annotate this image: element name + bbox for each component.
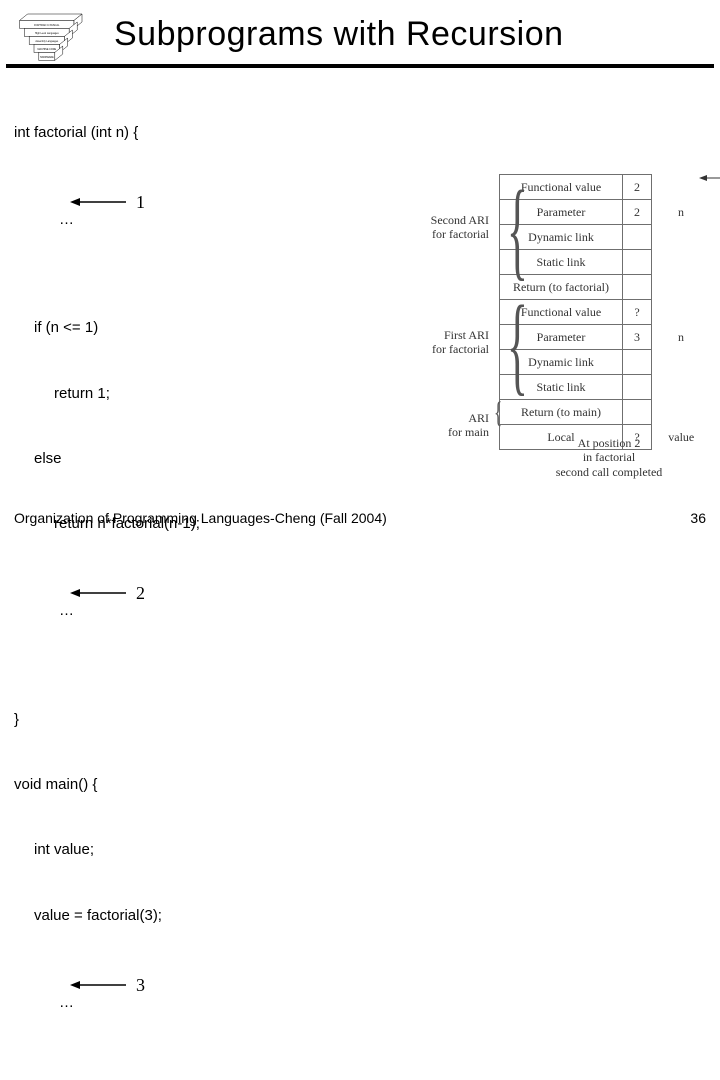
cell-varname: [652, 250, 706, 275]
table-row: Parameter2n: [500, 200, 706, 225]
table-row: Dynamic link: [500, 225, 706, 250]
pyramid-logo: FORTRAN C PASCAL High Level Languages As…: [16, 6, 100, 62]
logo-layer-1: High Level Languages: [35, 32, 60, 35]
cell-value: 3: [623, 325, 652, 350]
stack-table: Functional value2Parameter2nDynamic link…: [499, 174, 706, 450]
cell-varname: [652, 400, 706, 425]
code-line: void main() {: [14, 774, 200, 796]
cell-value: [623, 375, 652, 400]
cell-value: 2: [623, 175, 652, 200]
footer-text: Organization of Programming Languages-Ch…: [14, 510, 387, 526]
code-line: int value;: [14, 839, 200, 861]
cell-varname: [652, 225, 706, 250]
cell-value: [623, 400, 652, 425]
arrow-marker-1: 1: [70, 189, 145, 215]
table-row: Parameter3n: [500, 325, 706, 350]
marker-number: 2: [136, 580, 145, 606]
cell-varname: n: [652, 325, 706, 350]
cell-varname: [652, 175, 706, 200]
cell-value: [623, 275, 652, 300]
brace-icon: {: [494, 398, 503, 428]
ari-label-first: First ARI for factorial: [399, 329, 489, 357]
logo-layer-2: Assembly Languages: [35, 40, 59, 43]
code-line: return 1;: [14, 383, 200, 405]
cell-varname: [652, 350, 706, 375]
cell-varname: [652, 275, 706, 300]
code-line: … 3: [14, 970, 200, 1057]
slide-title: Subprograms with Recursion: [114, 15, 564, 54]
logo-layer-3: MACHINE CODE: [37, 48, 56, 51]
marker-number: 3: [136, 972, 145, 998]
code-line: else: [14, 448, 200, 470]
ari-label-main: ARI for main: [399, 412, 489, 440]
ari-label-second: Second ARI for factorial: [399, 214, 489, 242]
code-line: … 2: [14, 578, 200, 665]
cell-value: [623, 350, 652, 375]
table-row: Return (to main): [500, 400, 706, 425]
marker-number: 1: [136, 189, 145, 215]
table-row: Functional value?: [500, 300, 706, 325]
table-row: Functional value2: [500, 175, 706, 200]
table-row: Static link: [500, 250, 706, 275]
code-line: value = factorial(3);: [14, 905, 200, 927]
page-number: 36: [690, 510, 706, 526]
cell-varname: [652, 300, 706, 325]
cell-varname: [652, 375, 706, 400]
top-pointer: Top: [699, 170, 720, 186]
code-line: if (n <= 1): [14, 317, 200, 339]
table-row: Return (to factorial): [500, 275, 706, 300]
code-line: }: [14, 709, 200, 731]
stack-diagram: Top Second ARI for factorial { First ARI…: [499, 174, 706, 450]
diagram-caption: At position 2 in factorial second call c…: [529, 436, 689, 479]
code-block: int factorial (int n) { … 1 if (n <= 1) …: [14, 78, 200, 1080]
cell-value: ?: [623, 300, 652, 325]
arrow-marker-3: 3: [70, 972, 145, 998]
brace-icon: {: [507, 174, 528, 284]
logo-layer-0: FORTRAN C PASCAL: [34, 23, 60, 27]
cell-value: 2: [623, 200, 652, 225]
cell-value: [623, 225, 652, 250]
table-row: Static link: [500, 375, 706, 400]
logo-layer-4: HARDWARE: [40, 56, 54, 59]
arrow-marker-2: 2: [70, 580, 145, 606]
cell-value: [623, 250, 652, 275]
code-line: … 1: [14, 187, 200, 274]
cell-varname: n: [652, 200, 706, 225]
code-line: int factorial (int n) {: [14, 122, 200, 144]
brace-icon: {: [507, 289, 528, 399]
table-row: Dynamic link: [500, 350, 706, 375]
